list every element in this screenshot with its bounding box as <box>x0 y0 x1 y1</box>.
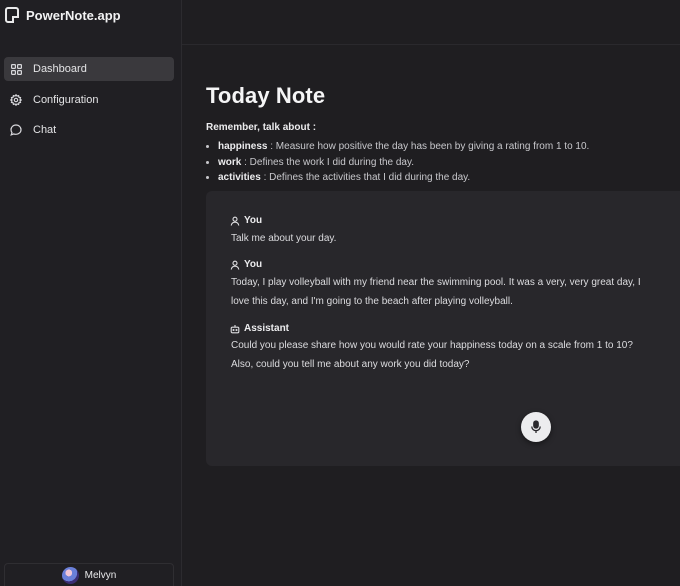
topic-description: : Defines the work I did during the day. <box>241 156 415 168</box>
topic-description: : Measure how positive the day has been … <box>267 141 590 152</box>
topic-key: activities <box>218 172 261 183</box>
grid-icon <box>10 63 22 75</box>
brand[interactable]: PowerNote.app <box>5 7 121 23</box>
list-item: activities : Defines the activities that… <box>218 170 589 186</box>
topic-description: : Defines the activities that I did duri… <box>260 172 471 183</box>
sidebar-item-dashboard[interactable]: Dashboard <box>4 57 174 81</box>
sidebar-item-configuration[interactable]: Configuration <box>4 88 174 112</box>
list-item: work : Defines the work I did during the… <box>218 155 589 171</box>
sidebar-nav: Dashboard Configuration Chat <box>4 57 174 149</box>
message-text: Could you please share how you would rat… <box>231 340 633 351</box>
remember-label: Remember, talk about : <box>206 122 317 133</box>
chat-panel[interactable]: You Talk me about your day. You Today, I… <box>206 191 680 466</box>
avatar <box>61 566 79 584</box>
topic-key: work <box>218 156 242 168</box>
app-name: PowerNote.app <box>26 7 121 23</box>
message-role-user: You <box>230 259 262 270</box>
top-bar <box>182 0 680 45</box>
message-text: love this day, and I'm going to the beac… <box>231 296 513 307</box>
message-role-label: You <box>244 259 263 270</box>
robot-icon <box>230 324 240 334</box>
sidebar-item-label: Configuration <box>33 93 99 106</box>
user-profile[interactable]: Melvyn <box>4 563 174 586</box>
page-title: Today Note <box>206 83 326 108</box>
list-item: happiness : Measure how positive the day… <box>218 139 589 155</box>
microphone-icon <box>530 420 542 434</box>
message-role-label: You <box>244 215 263 226</box>
sidebar: PowerNote.app Dashboard Configuration Ch… <box>0 0 182 586</box>
topic-key: happiness <box>218 141 268 152</box>
topics-list: happiness : Measure how positive the day… <box>206 139 589 186</box>
message-role-label: Assistant <box>244 323 290 334</box>
sidebar-item-chat[interactable]: Chat <box>4 118 174 142</box>
message-text: Talk me about your day. <box>231 233 337 244</box>
user-name: Melvyn <box>84 569 117 581</box>
chat-bubble-icon <box>10 124 22 136</box>
sidebar-item-label: Chat <box>33 124 57 136</box>
gear-icon <box>10 93 22 106</box>
message-role-user: You <box>230 215 262 226</box>
user-icon <box>230 260 240 270</box>
sidebar-item-label: Dashboard <box>33 63 87 75</box>
message-text: Also, could you tell me about any work y… <box>231 359 470 370</box>
message-text: Today, I play volleyball with my friend … <box>231 277 641 288</box>
app-logo-icon <box>5 7 19 23</box>
microphone-button[interactable] <box>521 412 551 442</box>
user-icon <box>230 216 240 226</box>
message-role-assistant: Assistant <box>230 323 289 334</box>
main-content: Today Note Remember, talk about : happin… <box>206 83 680 183</box>
